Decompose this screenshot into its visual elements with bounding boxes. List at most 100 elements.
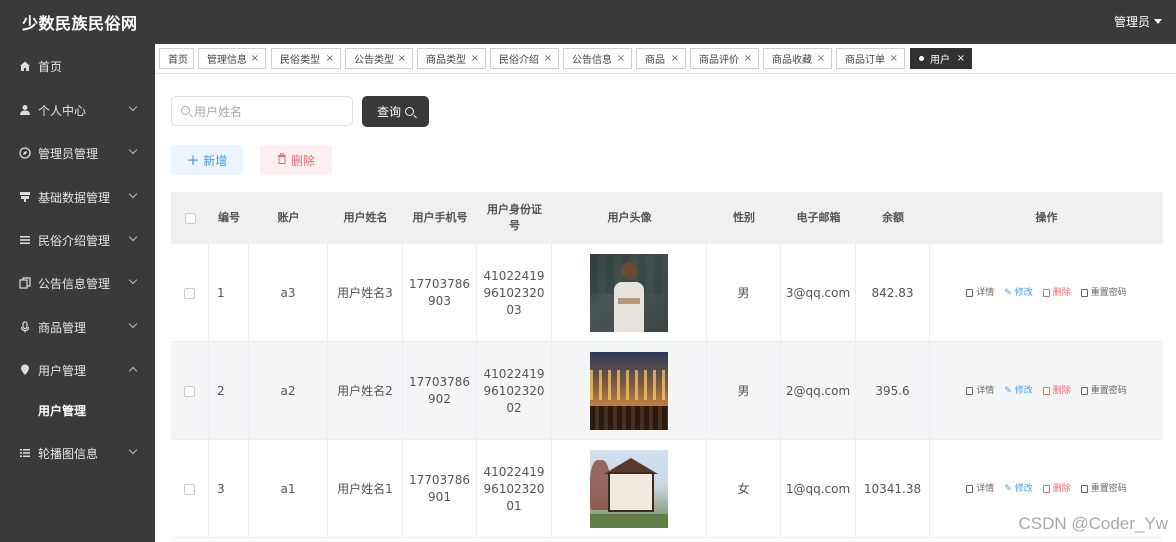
- sidebar-item-admin[interactable]: 管理员管理: [0, 138, 155, 168]
- home-icon: [19, 60, 31, 72]
- mic-icon: [19, 321, 31, 333]
- edit-button[interactable]: ✎ 修改: [1004, 383, 1033, 400]
- tab-notice-info[interactable]: 公告信息 ×: [563, 48, 632, 69]
- add-button[interactable]: + 新增: [171, 145, 243, 175]
- close-icon[interactable]: ×: [890, 53, 898, 64]
- tab-goods-order[interactable]: 商品订单 ×: [836, 48, 905, 69]
- tab-folk-type[interactable]: 民俗类型 ×: [271, 48, 341, 69]
- op-label: 修改: [1014, 483, 1033, 494]
- tab-goods-review[interactable]: 商品评价 ×: [690, 48, 759, 69]
- row-checkbox[interactable]: [184, 483, 195, 495]
- caret-down-icon: [1154, 19, 1162, 24]
- reset-password-button[interactable]: 重置密码: [1080, 481, 1127, 498]
- close-icon[interactable]: ×: [398, 53, 406, 64]
- avatar-image[interactable]: [590, 254, 668, 332]
- tab-home[interactable]: 首页: [159, 48, 194, 69]
- tab-label: 公告类型: [354, 55, 394, 66]
- detail-button[interactable]: 详情: [966, 383, 994, 400]
- sidebar-item-basic-data[interactable]: 基础数据管理: [0, 182, 155, 212]
- search-button[interactable]: 查询: [362, 96, 429, 127]
- list-icon: [19, 234, 31, 246]
- close-icon[interactable]: ×: [471, 53, 479, 64]
- sidebar-item-folk-intro[interactable]: 民俗介绍管理: [0, 225, 155, 255]
- close-icon[interactable]: ×: [817, 53, 825, 64]
- cell-idcard: 410224199610232001: [477, 440, 552, 538]
- avatar-image[interactable]: [590, 352, 668, 430]
- search-input[interactable]: 用户姓名: [171, 96, 353, 126]
- delete-button-label: 删除: [290, 153, 315, 168]
- close-icon[interactable]: ×: [671, 53, 679, 64]
- tab-label: 首页: [168, 55, 188, 66]
- sidebar-item-users[interactable]: 用户管理: [0, 355, 155, 385]
- header-avatar: 用户头像: [607, 211, 652, 224]
- tab-admin-info[interactable]: 管理信息 ×: [198, 48, 266, 69]
- user-icon: [19, 104, 31, 116]
- delete-row-button[interactable]: 删除: [1042, 481, 1071, 498]
- sidebar-item-personal[interactable]: 个人中心: [0, 95, 155, 125]
- tab-users[interactable]: 用户 ×: [910, 48, 972, 69]
- cell-ops: 详情 ✎ 修改 删除 重置密码: [930, 244, 1163, 342]
- user-menu[interactable]: 管理员: [1114, 13, 1162, 30]
- edit-button[interactable]: ✎ 修改: [1004, 481, 1033, 498]
- sidebar-item-label: 首页: [38, 59, 63, 74]
- sidebar-item-label: 轮播图信息: [38, 446, 99, 461]
- row-checkbox[interactable]: [184, 287, 195, 299]
- search-button-label: 查询: [376, 105, 401, 119]
- avatar-image[interactable]: [590, 450, 668, 528]
- cell-balance: 10341.38: [856, 440, 930, 538]
- tab-goods[interactable]: 商品 ×: [636, 48, 686, 69]
- search-placeholder: 用户姓名: [194, 104, 243, 119]
- sidebar-subitem-user-management[interactable]: 用户管理: [38, 402, 86, 419]
- sidebar-item-goods[interactable]: 商品管理: [0, 312, 155, 342]
- delete-row-button[interactable]: 删除: [1042, 285, 1071, 302]
- header-id: 编号: [218, 211, 240, 224]
- search-icon: [405, 107, 414, 116]
- cell-gender: 男: [707, 342, 781, 440]
- cell-phone: 17703786902: [403, 342, 477, 440]
- edit-button[interactable]: ✎ 修改: [1004, 285, 1033, 302]
- copy-icon: [19, 277, 31, 289]
- delete-button[interactable]: 删除: [260, 145, 332, 175]
- pencil-icon: ✎: [1004, 287, 1012, 298]
- sidebar-item-label: 管理员管理: [38, 146, 99, 161]
- cell-idcard: 410224199610232002: [477, 342, 552, 440]
- idcard-text: 410224199610232003: [483, 268, 545, 317]
- reset-password-button[interactable]: 重置密码: [1080, 383, 1127, 400]
- close-icon[interactable]: ×: [544, 53, 552, 64]
- close-icon[interactable]: ×: [957, 53, 965, 64]
- document-icon: [966, 289, 974, 297]
- user-name: 管理员: [1113, 15, 1150, 29]
- document-icon: [966, 485, 974, 493]
- sidebar-item-home[interactable]: 首页: [0, 51, 155, 81]
- header-ops: 操作: [1035, 211, 1058, 224]
- cell-avatar: [552, 440, 707, 538]
- reset-password-button[interactable]: 重置密码: [1080, 285, 1127, 302]
- tab-goods-type[interactable]: 商品类型 ×: [417, 48, 486, 69]
- tab-label: 用户: [930, 55, 950, 66]
- tab-folk-intro[interactable]: 民俗介绍 ×: [490, 48, 559, 69]
- header-idcard: 用户身份证号: [487, 203, 542, 232]
- tab-goods-favorite[interactable]: 商品收藏 ×: [763, 48, 832, 69]
- cell-id: 2: [209, 342, 249, 440]
- cell-name: 用户姓名3: [328, 244, 403, 342]
- close-icon[interactable]: ×: [744, 53, 752, 64]
- detail-button[interactable]: 详情: [966, 285, 994, 302]
- tab-notice-type[interactable]: 公告类型 ×: [345, 48, 413, 69]
- row-checkbox[interactable]: [184, 385, 195, 397]
- delete-row-button[interactable]: 删除: [1042, 383, 1071, 400]
- cell-account: a1: [249, 440, 328, 538]
- phone-text: 17703786903: [408, 277, 471, 308]
- menu-icon: [19, 447, 31, 459]
- chevron-down-icon: [128, 189, 138, 199]
- close-icon[interactable]: ×: [326, 53, 334, 64]
- sidebar-item-carousel[interactable]: 轮播图信息: [0, 438, 155, 468]
- cell-avatar: [552, 244, 707, 342]
- detail-button[interactable]: 详情: [966, 481, 994, 498]
- close-icon[interactable]: ×: [617, 53, 625, 64]
- select-all-checkbox[interactable]: [184, 212, 196, 224]
- cell-phone: 17703786901: [403, 440, 477, 538]
- sidebar-item-notice[interactable]: 公告信息管理: [0, 268, 155, 298]
- idcard-text: 410224199610232002: [483, 366, 545, 415]
- sidebar-item-label: 基础数据管理: [38, 190, 111, 205]
- close-icon[interactable]: ×: [251, 53, 259, 64]
